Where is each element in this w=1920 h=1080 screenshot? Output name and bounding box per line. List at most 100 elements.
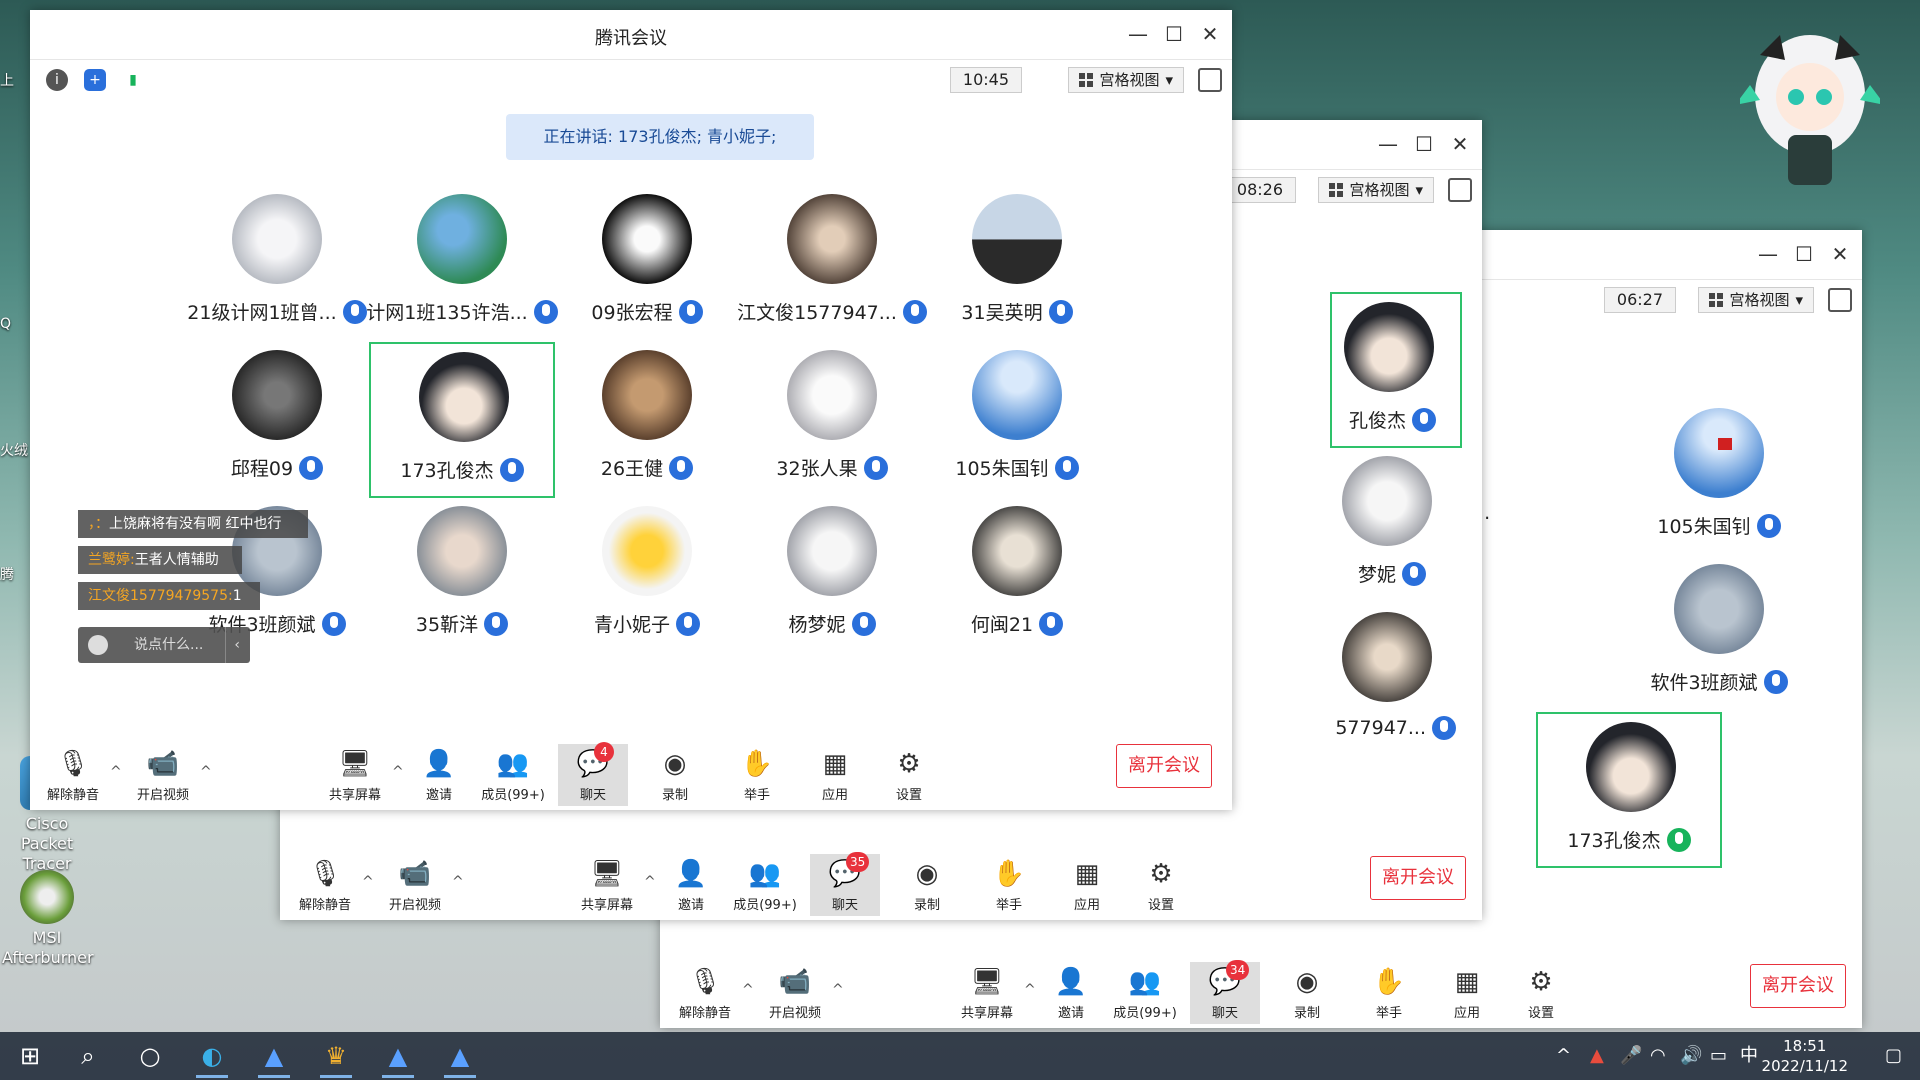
- maximize-icon[interactable]: ☐: [1412, 132, 1436, 156]
- participant-tile[interactable]: 青小妮子: [554, 498, 740, 654]
- apps-button[interactable]: ▦ 应用: [1432, 962, 1502, 1024]
- close-icon[interactable]: ✕: [1828, 242, 1852, 266]
- fullscreen-icon[interactable]: [1448, 178, 1472, 202]
- unmute-button[interactable]: 🎙 解除静音: [670, 962, 740, 1024]
- chevron-up-icon[interactable]: ^: [832, 982, 844, 998]
- apps-button[interactable]: ▦ 应用: [1052, 854, 1122, 916]
- mic-icon[interactable]: [1054, 455, 1079, 480]
- signal-icon[interactable]: ▮: [122, 69, 144, 91]
- notification-icon[interactable]: ▢: [1885, 1032, 1902, 1080]
- view-mode-button[interactable]: 宫格视图 ▾: [1068, 67, 1184, 93]
- share-screen-button[interactable]: 🖥 共享屏幕: [320, 744, 390, 806]
- settings-button[interactable]: ⚙ 设置: [1126, 854, 1196, 916]
- mic-icon[interactable]: [499, 457, 524, 482]
- participant-tile[interactable]: 软件3班颜斌: [1626, 556, 1812, 712]
- leave-meeting-button[interactable]: 离开会议: [1116, 744, 1212, 788]
- participant-tile[interactable]: 21级计网1班曾...: [184, 186, 370, 342]
- ime-indicator[interactable]: 中: [1740, 1032, 1758, 1080]
- mic-icon[interactable]: [1763, 669, 1788, 694]
- unmute-button[interactable]: 🎙 解除静音: [290, 854, 360, 916]
- members-button[interactable]: 👥 成员(99+): [478, 744, 548, 806]
- leave-meeting-button[interactable]: 离开会议: [1750, 964, 1846, 1008]
- emoji-icon[interactable]: [88, 635, 108, 655]
- raise-hand-button[interactable]: ✋ 举手: [974, 854, 1044, 916]
- mic-icon[interactable]: [669, 455, 694, 480]
- battery-icon[interactable]: ▭: [1710, 1032, 1727, 1080]
- mic-icon[interactable]: [484, 611, 509, 636]
- apps-button[interactable]: ▦ 应用: [800, 744, 870, 806]
- start-video-button[interactable]: 📹 开启视频: [760, 962, 830, 1024]
- mic-icon[interactable]: [1402, 561, 1426, 586]
- start-video-button[interactable]: 📹 开启视频: [128, 744, 198, 806]
- mic-icon[interactable]: [1412, 407, 1436, 432]
- chevron-up-icon[interactable]: ^: [362, 874, 374, 890]
- game-app-icon[interactable]: ♛: [312, 1032, 360, 1080]
- participant-tile[interactable]: 32张人果: [739, 342, 925, 498]
- info-icon[interactable]: i: [46, 69, 68, 91]
- participant-tile[interactable]: 09张宏程: [554, 186, 740, 342]
- record-button[interactable]: ◉ 录制: [640, 744, 710, 806]
- mic-icon[interactable]: [321, 611, 346, 636]
- close-icon[interactable]: ✕: [1448, 132, 1472, 156]
- participant-tile[interactable]: 577947...: [1330, 604, 1462, 760]
- mic-icon[interactable]: [299, 455, 324, 480]
- view-mode-button[interactable]: 宫格视图 ▾: [1318, 177, 1434, 203]
- minimize-icon[interactable]: —: [1756, 242, 1780, 266]
- chevron-up-icon[interactable]: ^: [110, 764, 122, 780]
- tencent-meeting-icon[interactable]: ▲: [436, 1032, 484, 1080]
- task-view-icon[interactable]: ○: [126, 1032, 174, 1080]
- maximize-icon[interactable]: ☐: [1162, 22, 1186, 46]
- search-icon[interactable]: ⌕: [64, 1032, 112, 1080]
- unmute-button[interactable]: 🎙 解除静音: [38, 744, 108, 806]
- chevron-up-icon[interactable]: ^: [452, 874, 464, 890]
- tencent-meeting-icon[interactable]: ▲: [250, 1032, 298, 1080]
- chevron-up-icon[interactable]: ^: [742, 982, 754, 998]
- close-icon[interactable]: ✕: [1198, 22, 1222, 46]
- chevron-up-icon[interactable]: ^: [392, 764, 404, 780]
- start-video-button[interactable]: 📹 开启视频: [380, 854, 450, 916]
- participant-tile[interactable]: 计网1班135许浩...: [366, 186, 558, 342]
- leave-meeting-button[interactable]: 离开会议: [1370, 856, 1466, 900]
- members-button[interactable]: 👥 成员(99+): [730, 854, 800, 916]
- chat-input[interactable]: 说点什么... ‹: [78, 627, 250, 663]
- participant-tile[interactable]: 26王健: [554, 342, 740, 498]
- maximize-icon[interactable]: ☐: [1792, 242, 1816, 266]
- participant-tile[interactable]: 105朱国钊: [924, 342, 1110, 498]
- participant-tile[interactable]: 梦妮: [1330, 448, 1462, 604]
- mic-icon[interactable]: [1039, 611, 1064, 636]
- participant-tile[interactable]: 何闽21: [924, 498, 1110, 654]
- view-mode-button[interactable]: 宫格视图 ▾: [1698, 287, 1814, 313]
- raise-hand-button[interactable]: ✋ 举手: [1354, 962, 1424, 1024]
- tray-app-icon[interactable]: ▲: [1590, 1032, 1604, 1080]
- mic-icon[interactable]: [1432, 716, 1456, 740]
- participant-tile[interactable]: 江文俊1577947...: [737, 186, 927, 342]
- settings-button[interactable]: ⚙ 设置: [1506, 962, 1576, 1024]
- settings-button[interactable]: ⚙ 设置: [874, 744, 944, 806]
- wifi-icon[interactable]: ◠: [1650, 1032, 1666, 1080]
- share-screen-button[interactable]: 🖥 共享屏幕: [572, 854, 642, 916]
- fullscreen-icon[interactable]: [1198, 68, 1222, 92]
- participant-tile-active[interactable]: 173孔俊杰: [369, 342, 555, 498]
- chat-button[interactable]: 💬 聊天 34: [1190, 960, 1260, 1024]
- participant-tile-active[interactable]: 173孔俊杰: [1536, 712, 1722, 868]
- mic-icon[interactable]: [1756, 513, 1781, 538]
- participant-tile[interactable]: 邱程09: [184, 342, 370, 498]
- mic-icon[interactable]: [1048, 299, 1073, 324]
- microphone-icon[interactable]: 🎤: [1620, 1032, 1642, 1080]
- chevron-up-icon[interactable]: ^: [644, 874, 656, 890]
- invite-button[interactable]: 👤 邀请: [404, 744, 474, 806]
- taskbar-clock[interactable]: 18:51 2022/11/12: [1762, 1036, 1848, 1076]
- shield-icon[interactable]: +: [84, 69, 106, 91]
- minimize-icon[interactable]: —: [1126, 22, 1150, 46]
- tencent-meeting-icon[interactable]: ▲: [374, 1032, 422, 1080]
- start-windows-icon[interactable]: ⊞: [6, 1032, 54, 1080]
- participant-tile[interactable]: 105朱国钊: [1626, 400, 1812, 556]
- share-screen-button[interactable]: 🖥 共享屏幕: [952, 962, 1022, 1024]
- record-button[interactable]: ◉ 录制: [892, 854, 962, 916]
- desktop-icon-msi[interactable]: MSI Afterburner: [2, 870, 94, 968]
- invite-button[interactable]: 👤 邀请: [1036, 962, 1106, 1024]
- collapse-chevron-icon[interactable]: ‹: [225, 627, 240, 663]
- chat-button[interactable]: 💬 聊天 4: [558, 742, 628, 806]
- participant-tile[interactable]: 杨梦妮: [739, 498, 925, 654]
- mic-icon[interactable]: [678, 299, 703, 324]
